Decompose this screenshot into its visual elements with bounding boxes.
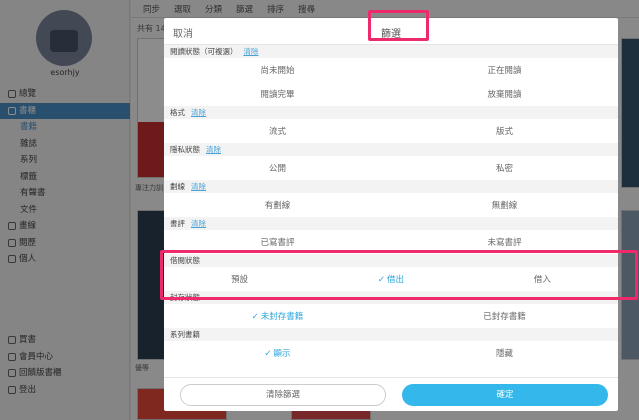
filter-section-title: 閱讀狀態（可複選） xyxy=(170,47,238,56)
filter-option[interactable]: 已寫書評 xyxy=(164,236,391,248)
filter-option[interactable]: 正在閱讀 xyxy=(391,64,618,76)
filter-option-label: 未寫書評 xyxy=(487,238,522,248)
filter-section-title: 系列書籍 xyxy=(170,330,200,339)
filter-option-label: 已寫書評 xyxy=(260,238,295,248)
clear-section-link[interactable]: 清除 xyxy=(244,46,259,57)
filter-section-header: 系列書籍 xyxy=(164,328,618,341)
filter-sections: 閱讀狀態（可複選） 清除 尚未開始 正在閱讀 閱讀完畢 放棄閱讀 格式 清除 流式 版式 隱私狀態清… xyxy=(164,45,618,365)
filter-option[interactable]: 版式 xyxy=(391,125,618,137)
filter-section-title: 書評 xyxy=(170,219,185,228)
filter-section-header: 隱私狀態 清除 xyxy=(164,143,618,156)
filter-option-label: 已封存書籍 xyxy=(483,312,526,322)
filter-option[interactable]: 閱讀完畢 xyxy=(164,88,391,100)
filter-section-header: 書評 清除 xyxy=(164,217,618,230)
filter-option-row: 公開 私密 xyxy=(164,156,618,180)
filter-option[interactable]: 放棄閱讀 xyxy=(391,88,618,100)
filter-option[interactable]: 公開 xyxy=(164,162,391,174)
clear-section-link[interactable]: 清除 xyxy=(191,181,206,192)
filter-section-header: 劃線 清除 xyxy=(164,180,618,193)
filter-option-label: 閱讀完畢 xyxy=(260,90,295,100)
filter-option-label: 版式 xyxy=(495,127,513,137)
filter-option-row: 有劃線 無劃線 xyxy=(164,193,618,217)
confirm-button[interactable]: 確定 xyxy=(402,384,608,406)
filter-option-label: 無劃線 xyxy=(491,201,518,211)
filter-option-label: 有劃線 xyxy=(264,201,291,211)
filter-modal: 取消 篩選 閱讀狀態（可複選） 清除 尚未開始 正在閱讀 閱讀完畢 放棄閱讀 格式 清除 流式版… xyxy=(164,18,618,411)
clear-section-link[interactable]: 清除 xyxy=(191,107,206,118)
filter-option-row: ✓ 顯示 隱藏 xyxy=(164,341,618,365)
filter-option[interactable]: 尚未開始 xyxy=(164,64,391,76)
filter-option[interactable]: 無劃線 xyxy=(391,199,618,211)
filter-option-label: 公開 xyxy=(268,164,286,174)
reset-filter-button[interactable]: 清除篩選 xyxy=(180,384,386,406)
filter-option-row: 閱讀完畢 放棄閱讀 xyxy=(164,82,618,106)
lend-status-highlight-box xyxy=(160,250,638,300)
filter-section-title: 隱私狀態 xyxy=(170,145,200,154)
filter-option-row: ✓ 未封存書籍 已封存書籍 xyxy=(164,304,618,328)
filter-option[interactable]: 有劃線 xyxy=(164,199,391,211)
filter-option[interactable]: 隱藏 xyxy=(391,347,618,359)
clear-section-link[interactable]: 清除 xyxy=(191,218,206,229)
filter-option[interactable]: 流式 xyxy=(164,125,391,137)
filter-option-row: 流式 版式 xyxy=(164,119,618,143)
filter-section-title: 劃線 xyxy=(170,182,185,191)
clear-section-link[interactable]: 清除 xyxy=(206,144,221,155)
filter-option[interactable]: 已封存書籍 xyxy=(391,310,618,322)
filter-section-header: 格式 清除 xyxy=(164,106,618,119)
filter-option-label: 尚未開始 xyxy=(260,66,295,76)
filter-option-label: 私密 xyxy=(495,164,513,174)
check-icon: ✓ xyxy=(264,349,272,359)
filter-option[interactable]: 未寫書評 xyxy=(391,236,618,248)
filter-option[interactable]: ✓ 顯示 xyxy=(164,347,391,359)
filter-option-row: 尚未開始 正在閱讀 xyxy=(164,58,618,82)
filter-option-label: 隱藏 xyxy=(495,349,513,359)
modal-footer: 清除篩選 確定 xyxy=(164,377,618,411)
title-highlight-box xyxy=(368,10,429,41)
filter-section-title: 格式 xyxy=(170,108,185,117)
filter-section-header: 閱讀狀態（可複選） 清除 xyxy=(164,45,618,58)
filter-option-label: 流式 xyxy=(268,127,286,137)
filter-option-label: 未封存書籍 xyxy=(260,312,304,322)
filter-option[interactable]: ✓ 未封存書籍 xyxy=(164,310,391,322)
filter-option-label: 正在閱讀 xyxy=(487,66,522,76)
filter-option-label: 放棄閱讀 xyxy=(487,90,522,100)
filter-option-label: 顯示 xyxy=(273,349,291,359)
filter-option[interactable]: 私密 xyxy=(391,162,618,174)
check-icon: ✓ xyxy=(251,312,259,322)
